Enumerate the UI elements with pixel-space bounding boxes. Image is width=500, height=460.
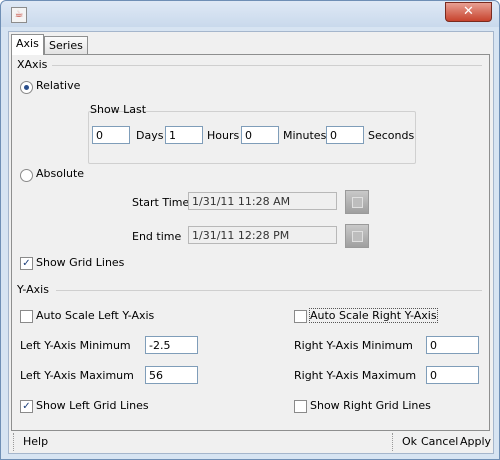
show-right-grid-checkbox[interactable] bbox=[294, 400, 307, 413]
show-last-title: Show Last bbox=[90, 103, 147, 116]
hours-input[interactable]: 1 bbox=[165, 126, 203, 144]
auto-scale-left-checkbox[interactable] bbox=[20, 310, 33, 323]
xaxis-section-title: XAxis bbox=[17, 58, 48, 71]
minutes-input[interactable]: 0 bbox=[241, 126, 279, 144]
end-time-input[interactable]: 1/31/11 12:28 PM bbox=[188, 226, 337, 244]
right-min-input[interactable]: 0 bbox=[426, 336, 479, 354]
axis-tab-panel: XAxis Relative Show Last 0 Days 1 Hours … bbox=[11, 54, 490, 431]
seconds-input[interactable]: 0 bbox=[326, 126, 364, 144]
yaxis-separator bbox=[56, 290, 482, 291]
close-button[interactable]: ✕ bbox=[445, 2, 492, 22]
show-grid-lines-label: Show Grid Lines bbox=[36, 256, 125, 269]
auto-scale-left-label: Auto Scale Left Y-Axis bbox=[36, 309, 155, 322]
ok-button[interactable]: Ok bbox=[402, 435, 417, 448]
left-min-label: Left Y-Axis Minimum bbox=[20, 339, 131, 352]
start-time-calendar-icon[interactable] bbox=[345, 190, 369, 214]
yaxis-section-title: Y-Axis bbox=[17, 283, 49, 296]
show-grid-lines-checkbox[interactable]: ✓ bbox=[20, 257, 33, 270]
cancel-button[interactable]: Cancel bbox=[421, 435, 458, 448]
start-time-label: Start Time bbox=[132, 196, 190, 209]
help-button[interactable]: Help bbox=[23, 435, 48, 448]
end-time-label: End time bbox=[132, 230, 182, 243]
minutes-label: Minutes bbox=[283, 129, 327, 142]
relative-label: Relative bbox=[36, 79, 81, 92]
left-max-input[interactable]: 56 bbox=[145, 366, 198, 384]
start-time-input[interactable]: 1/31/11 11:28 AM bbox=[188, 192, 337, 210]
right-max-label: Right Y-Axis Maximum bbox=[294, 369, 417, 382]
left-min-input[interactable]: -2.5 bbox=[145, 336, 198, 354]
right-max-input[interactable]: 0 bbox=[426, 366, 479, 384]
button-bar: Help Ok Cancel Apply bbox=[9, 430, 493, 453]
right-min-label: Right Y-Axis Minimum bbox=[294, 339, 413, 352]
dialog-content: Axis Series XAxis Relative Show Last 0 D… bbox=[8, 31, 494, 454]
days-input[interactable]: 0 bbox=[92, 126, 130, 144]
xaxis-separator bbox=[52, 65, 482, 66]
show-right-grid-label: Show Right Grid Lines bbox=[310, 399, 431, 412]
end-time-calendar-icon[interactable] bbox=[345, 224, 369, 248]
apply-button[interactable]: Apply bbox=[460, 435, 491, 448]
tab-series[interactable]: Series bbox=[44, 36, 88, 54]
hours-label: Hours bbox=[207, 129, 240, 142]
dialog-window: ☕ ✕ Axis Series XAxis Relative Show Last… bbox=[0, 0, 500, 460]
absolute-radio[interactable] bbox=[20, 169, 33, 182]
left-max-label: Left Y-Axis Maximum bbox=[20, 369, 134, 382]
show-left-grid-label: Show Left Grid Lines bbox=[36, 399, 149, 412]
absolute-label: Absolute bbox=[36, 167, 85, 180]
auto-scale-right-label: Auto Scale Right Y-Axis bbox=[309, 308, 438, 323]
title-bar: ☕ ✕ bbox=[1, 1, 499, 27]
tab-axis[interactable]: Axis bbox=[11, 34, 44, 55]
auto-scale-right-checkbox[interactable] bbox=[294, 310, 307, 323]
java-app-icon: ☕ bbox=[11, 7, 27, 23]
seconds-label: Seconds bbox=[368, 129, 415, 142]
days-label: Days bbox=[136, 129, 164, 142]
show-left-grid-checkbox[interactable]: ✓ bbox=[20, 400, 33, 413]
relative-radio[interactable] bbox=[20, 81, 33, 94]
right-grip-handle bbox=[392, 433, 395, 451]
left-grip-handle bbox=[13, 433, 16, 451]
